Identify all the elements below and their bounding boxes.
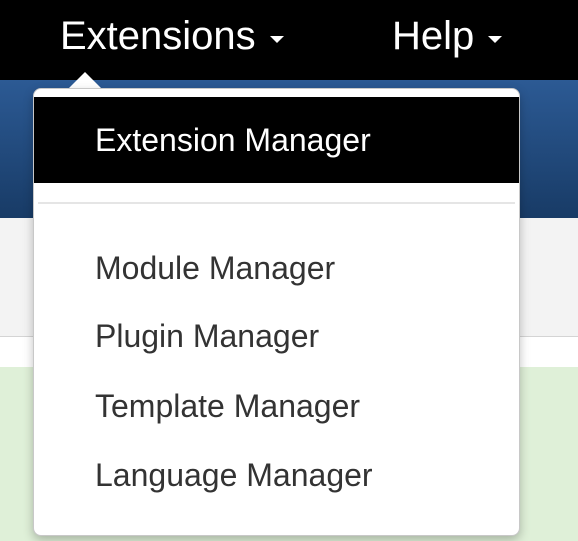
menu-item-language-manager[interactable]: Language Manager xyxy=(34,451,519,499)
extensions-dropdown-menu: Extension Manager Module Manager Plugin … xyxy=(33,88,520,536)
nav-extensions-label: Extensions xyxy=(60,14,256,58)
top-navbar: Extensions Help xyxy=(0,0,578,80)
menu-item-template-manager[interactable]: Template Manager xyxy=(34,382,519,430)
nav-help-label: Help xyxy=(392,14,475,58)
caret-down-icon xyxy=(269,35,284,43)
nav-extensions-menu[interactable]: Extensions xyxy=(60,8,284,64)
dropdown-pointer xyxy=(68,72,102,89)
menu-item-module-manager[interactable]: Module Manager xyxy=(34,244,519,292)
nav-help-menu[interactable]: Help xyxy=(392,8,503,64)
menu-item-plugin-manager[interactable]: Plugin Manager xyxy=(34,312,519,360)
caret-down-icon xyxy=(488,35,503,43)
menu-item-extension-manager[interactable]: Extension Manager xyxy=(34,97,519,183)
menu-divider xyxy=(38,202,515,204)
